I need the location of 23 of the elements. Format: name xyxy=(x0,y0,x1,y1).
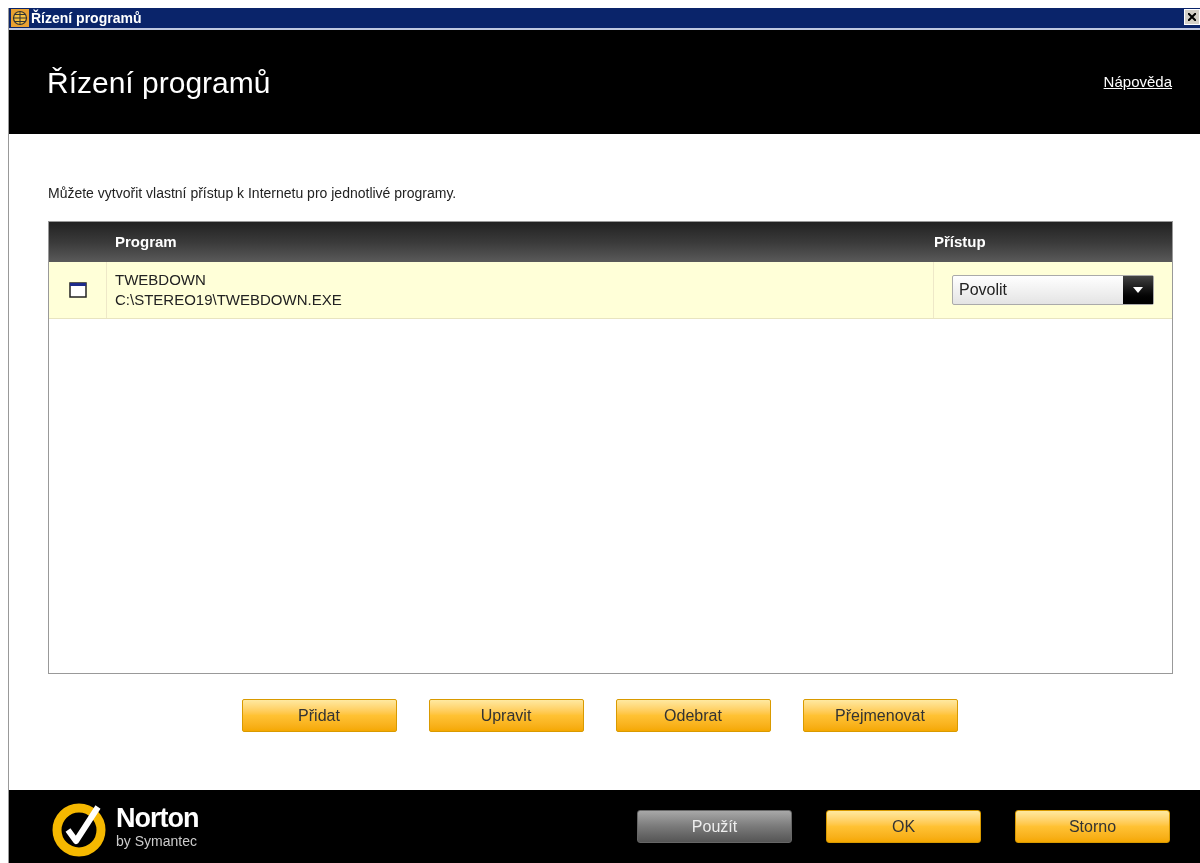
column-header: Přístup xyxy=(934,231,986,252)
intro-text: Můžete vytvořit vlastní přístup k Internetu pro jednotlivé programy. xyxy=(48,184,458,203)
action-button[interactable]: Upravit xyxy=(428,699,584,732)
program-row[interactable]: TWEBDOWN C:\STEREO19\TWEBDOWN.EXE Povolit xyxy=(49,262,1172,319)
caret-icon xyxy=(1133,287,1143,293)
page-title: Řízení programů xyxy=(47,64,271,101)
globe-icon xyxy=(11,9,29,27)
brand-subtitle: by Symantec xyxy=(116,834,198,848)
close-icon xyxy=(1188,13,1196,21)
window-title: Řízení programů xyxy=(31,8,142,28)
footer-button[interactable]: OK xyxy=(826,810,981,843)
program-path: C:\STEREO19\TWEBDOWN.EXE xyxy=(115,290,343,310)
action-button[interactable]: Přejmenovat xyxy=(802,699,958,732)
help-link[interactable]: Nápověda xyxy=(1103,70,1172,94)
close-button[interactable] xyxy=(1184,9,1200,25)
brand-name: Norton xyxy=(116,805,199,832)
footer-button[interactable]: Storno xyxy=(1015,810,1170,843)
action-button[interactable]: Odebrat xyxy=(615,699,771,732)
access-dropdown[interactable]: Povolit xyxy=(952,275,1154,305)
window-icon xyxy=(68,282,87,298)
action-button[interactable]: Přidat xyxy=(241,699,397,732)
program-name: TWEBDOWN xyxy=(115,270,207,290)
column-header: Program xyxy=(114,231,178,252)
